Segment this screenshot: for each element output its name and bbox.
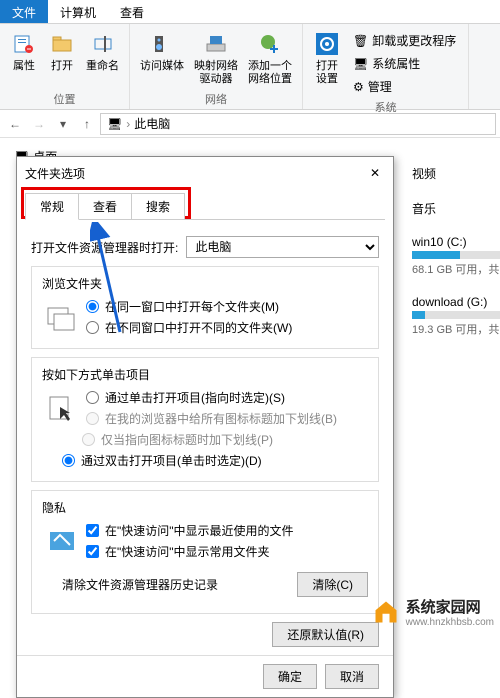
btn-media[interactable]: 访问媒体 [136,28,188,91]
check-freq-folders[interactable] [86,545,99,558]
btn-manage[interactable]: ⚙管理 [349,76,460,97]
group-click: 按如下方式单击项目 通过单击打开项目(指向时选定)(S) 在我的浏览器中给所有图… [31,357,379,482]
click-title: 按如下方式单击项目 [42,366,368,383]
open-icon [48,30,76,58]
btn-mapdrive[interactable]: 映射网络 驱动器 [190,28,242,91]
nav-up[interactable]: ↑ [76,113,98,135]
close-button[interactable]: ✕ [365,163,385,183]
btn-properties[interactable]: 属性 [6,28,42,91]
radio-diff-window[interactable] [86,321,99,334]
btn-opensettings[interactable]: 打开 设置 [309,28,345,99]
clear-button[interactable]: 清除(C) [297,572,368,597]
watermark-title: 系统家园网 [406,596,494,617]
path-text: 此电脑 [134,115,170,132]
btn-addloc[interactable]: 添加一个 网络位置 [244,28,296,91]
group-label-location: 位置 [54,91,76,107]
btn-uninstall[interactable]: 🗑卸载或更改程序 [349,30,460,51]
computer-icon: 🖥 [107,117,122,131]
nav-bar: ← → ▾ ↑ 🖥 › 此电脑 [0,110,500,138]
btn-rename[interactable]: 重命名 [82,28,123,91]
folder-options-dialog: 文件夹选项 ✕ 常规 查看 搜索 打开文件资源管理器时打开: 此电脑 浏览文件夹… [16,156,394,698]
tab-file[interactable]: 文件 [0,0,48,23]
btn-sysprops[interactable]: 🖥系统属性 [349,53,460,74]
drive-g-bar [412,311,500,319]
radio-underline-all [86,412,99,425]
radio-single-click[interactable] [86,391,99,404]
folder-music[interactable]: 音乐 [412,200,500,217]
properties-icon [10,30,38,58]
open-select[interactable]: 此电脑 [186,236,379,258]
ribbon-group-location: 属性 打开 重命名 位置 [0,24,130,109]
uninstall-icon: 🗑 [353,34,368,48]
restore-defaults-button[interactable]: 还原默认值(R) [272,622,379,647]
browse-icon [42,298,82,338]
rename-icon [89,30,117,58]
drive-c[interactable]: win10 (C:) 68.1 GB 可用，共 [412,235,500,277]
browse-title: 浏览文件夹 [42,275,368,292]
privacy-icon [42,522,82,562]
radio-double-click[interactable] [62,454,75,467]
drive-g[interactable]: download (G:) 19.3 GB 可用，共 [412,295,500,337]
group-label-network: 网络 [205,91,227,107]
privacy-title: 隐私 [42,499,368,516]
sysprops-icon: 🖥 [353,57,368,71]
nav-path[interactable]: 🖥 › 此电脑 [100,113,496,135]
radio-same-window[interactable] [86,300,99,313]
dialog-tabs: 常规 查看 搜索 [25,193,385,220]
dialog-footer: 确定 取消 [17,655,393,697]
btn-open[interactable]: 打开 [44,28,80,91]
ok-button[interactable]: 确定 [263,664,317,689]
settings-icon [313,30,341,58]
radio-underline-hover [82,433,95,446]
ribbon: 属性 打开 重命名 位置 访问媒体 映射网络 驱动器 [0,24,500,110]
tab-computer[interactable]: 计算机 [48,0,108,23]
addloc-icon [256,30,284,58]
manage-icon: ⚙ [353,80,364,94]
dialog-titlebar: 文件夹选项 ✕ [17,157,393,189]
tab-search[interactable]: 搜索 [131,193,185,219]
group-browse: 浏览文件夹 在同一窗口中打开每个文件夹(M) 在不同窗口中打开不同的文件夹(W) [31,266,379,349]
watermark: 系统家园网 www.hnzkhbsb.com [372,596,494,628]
nav-back[interactable]: ← [4,113,26,135]
tab-view[interactable]: 查看 [108,0,156,23]
ribbon-group-system: 打开 设置 🗑卸载或更改程序 🖥系统属性 ⚙管理 系统 [303,24,469,109]
check-recent-files[interactable] [86,524,99,537]
ribbon-tabs: 文件 计算机 查看 [0,0,500,24]
open-label: 打开文件资源管理器时打开: [31,239,178,256]
click-icon [42,389,82,429]
dialog-body: 打开文件资源管理器时打开: 此电脑 浏览文件夹 在同一窗口中打开每个文件夹(M)… [17,220,393,655]
right-content: 视频 音乐 win10 (C:) 68.1 GB 可用，共 download (… [412,165,500,355]
watermark-logo-icon [372,598,400,626]
dialog-title-text: 文件夹选项 [25,165,85,182]
group-privacy: 隐私 在"快速访问"中显示最近使用的文件 在"快速访问"中显示常用文件夹 清除文… [31,490,379,614]
nav-history[interactable]: ▾ [52,113,74,135]
ribbon-group-network: 访问媒体 映射网络 驱动器 添加一个 网络位置 网络 [130,24,303,109]
watermark-url: www.hnzkhbsb.com [406,617,494,628]
tab-view-opt[interactable]: 查看 [78,193,132,219]
cancel-button[interactable]: 取消 [325,664,379,689]
drive-c-bar [412,251,500,259]
folder-video[interactable]: 视频 [412,165,500,182]
nav-fwd[interactable]: → [28,113,50,135]
clear-label: 清除文件资源管理器历史记录 [62,576,289,593]
media-icon [148,30,176,58]
mapdrive-icon [202,30,230,58]
tab-general[interactable]: 常规 [25,193,79,220]
